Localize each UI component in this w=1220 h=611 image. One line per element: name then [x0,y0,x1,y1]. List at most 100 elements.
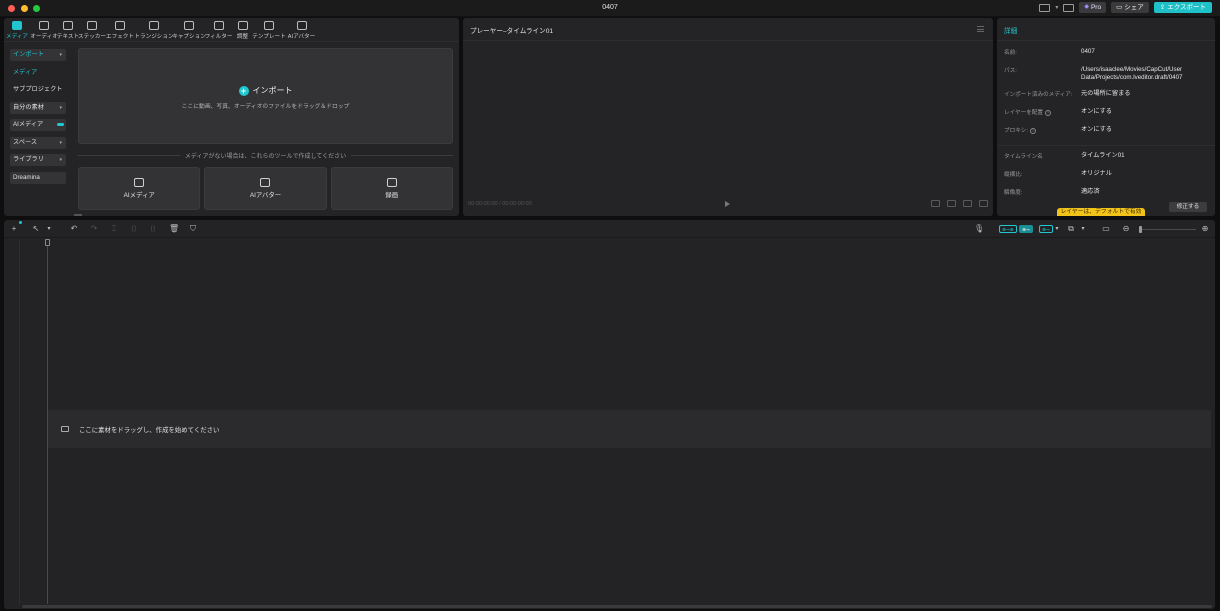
tool-card-ai-avatar[interactable]: AIアバター [204,167,327,210]
chevron-down-icon[interactable]: ▾ [1079,225,1087,233]
keyboard-icon[interactable] [1063,3,1075,12]
zoom-slider[interactable] [1140,229,1196,230]
sidebar-item[interactable]: ライブラリ ▾ [10,154,66,166]
tab-template[interactable]: テンプレート [252,18,286,40]
diamond-icon: ◆ [1084,4,1089,10]
help-icon[interactable]: ? [1029,127,1036,134]
tool-card-record[interactable]: 録画 [330,167,453,210]
playhead-handle[interactable] [45,239,50,246]
aspect-ratio-icon[interactable] [963,200,972,207]
effect-icon [115,21,125,30]
chevron-down-icon: ▾ [59,139,62,146]
sidebar-item-label: メディア [13,68,38,76]
tab-ai-avatar[interactable]: AIアバター [286,18,317,40]
undo-icon[interactable]: ↶ [70,225,78,233]
sticker-icon [87,21,97,30]
detail-key-text: 縦横比: [1004,172,1023,178]
menu-icon[interactable] [977,26,984,32]
adjust-icon [237,21,248,30]
zoom-in-icon[interactable]: ⊕ [1201,225,1209,233]
trim-left-icon[interactable]: ⌷ [130,225,138,233]
preview-axis-icon[interactable]: ⧉ [1067,225,1075,233]
sidebar-item-label: AIメディア [13,121,44,128]
delete-icon[interactable]: 🗑 [169,225,179,233]
pro-button[interactable]: ◆ Pro [1079,2,1107,13]
zoom-slider-handle[interactable] [1139,226,1142,233]
tab-transition[interactable]: トランジション [134,18,174,40]
timeline-panel: + ↖ ▾ ↶ ↷ ⌶ ⌷ ⌷ 🗑 ⛉ 🎙 ⊕⊸⊕ ⊕⊸ ⊕⊸ ▾ ⧉ ▾ ▭ … [4,220,1215,609]
microphone-icon[interactable]: 🎙 [974,225,984,233]
zoom-out-icon[interactable]: ⊖ [1122,225,1130,233]
scrollbar[interactable] [74,214,82,216]
sidebar-item[interactable]: AIメディア [10,119,66,131]
split-icon[interactable]: ⌶ [110,225,118,233]
sidebar-item[interactable]: スペース ▾ [10,136,66,149]
tool-card-ai-media[interactable]: AIメディア [78,167,201,210]
chevron-down-icon[interactable]: ▾ [1053,225,1061,233]
record-icon [386,178,397,187]
detail-key: レイヤーを配置? [1004,108,1051,116]
detail-key-text: レイヤーを配置 [1004,110,1043,116]
magnet-toggle[interactable]: ⊕⊸ [1019,225,1033,233]
chevron-down-icon[interactable]: ▾ [1055,4,1058,11]
player-timecode: 00:00:00:00 / 00:00:00:00 [468,201,532,207]
sidebar-item[interactable]: サブプロジェクト [10,84,66,96]
redo-icon[interactable]: ↷ [90,225,98,233]
trim-right-icon[interactable]: ⌷ [149,225,157,233]
tab-text[interactable]: テキスト [57,18,79,40]
tab-audio[interactable]: オーディオ [30,18,58,40]
tool-card-label: AIメディア [123,192,155,199]
fullscreen-icon[interactable] [979,200,988,207]
tab-label: オーディオ [30,34,58,40]
sidebar-item[interactable]: Dreamina [10,171,66,184]
sidebar-item[interactable]: メディア [10,67,66,79]
title-bar: 0407 ▾ ◆ Pro ▭ シェア ⇪ エクスポート [0,0,1220,17]
sidebar-item[interactable]: 自分の素材 ▾ [10,101,66,114]
modify-button[interactable]: 修正する [1169,202,1207,212]
crop-icon[interactable] [947,200,956,207]
film-icon [61,426,69,432]
add-track-icon[interactable]: + [10,225,18,233]
tab-adjust[interactable]: 調整 [233,18,252,40]
detail-value: オリジナル [1081,170,1112,177]
chevron-down-icon: ▾ [59,157,62,163]
tab-sticker[interactable]: ステッカー [78,18,106,40]
help-icon[interactable]: ? [1045,109,1051,116]
detail-key: 解像度: [1004,188,1022,196]
link-clips-toggle[interactable]: ⊕⊸⊕ [999,225,1017,233]
import-button[interactable]: + インポート [79,85,452,96]
media-icon [12,21,22,30]
sidebar-item-label: サブプロジェクト [13,86,63,93]
detail-key-text: インポート済みのメディア: [1004,92,1073,98]
player-title: プレーヤー–タイムライン01 [470,28,554,35]
tab-label: キャプション [172,34,206,40]
detail-value: オンにする [1081,126,1112,133]
tab-label: ステッカー [78,34,106,40]
timeline-drop-text: ここに素材をドラッグし、作成を始めてください [79,427,220,434]
track-header-column [16,239,20,605]
tab-caption[interactable]: キャプション [172,18,206,40]
snap-toggle[interactable]: ⊕⊸ [1039,225,1053,233]
tab-effect[interactable]: エフェクト [106,18,134,40]
select-tool-icon[interactable]: ↖ [32,225,40,233]
detail-key-text: 解像度: [1004,190,1023,196]
play-icon[interactable] [725,201,730,207]
detail-value: 元の場所に留まる [1081,90,1131,97]
shield-icon[interactable]: ⛉ [189,225,197,233]
chevron-down-icon[interactable]: ▾ [45,225,53,233]
timeline-toolbar: + ↖ ▾ ↶ ↷ ⌶ ⌷ ⌷ 🗑 ⛉ 🎙 ⊕⊸⊕ ⊕⊸ ⊕⊸ ▾ ⧉ ▾ ▭ … [4,220,1215,238]
plus-icon: + [238,85,249,96]
layout-icon[interactable] [1039,3,1051,12]
monitor-icon[interactable]: ▭ [1102,225,1110,233]
detail-key: 名前: [1004,48,1017,56]
frame-icon[interactable] [931,200,940,207]
timeline-scrollbar[interactable] [22,605,1212,608]
export-button[interactable]: ⇪ エクスポート [1153,2,1212,13]
audio-icon [39,21,49,30]
timeline-drop-zone[interactable]: ここに素材をドラッグし、作成を始めてください [48,410,1211,448]
tab-media[interactable]: メディア [4,18,30,40]
import-drop-zone[interactable]: + インポート ここに動画、写真、オーディオのファイルをドラッグ＆ドロップ [78,48,453,144]
share-button[interactable]: ▭ シェア [1111,2,1149,13]
sidebar-item[interactable]: インポート ▾ [10,49,66,61]
tab-filter[interactable]: フィルター [204,18,233,40]
